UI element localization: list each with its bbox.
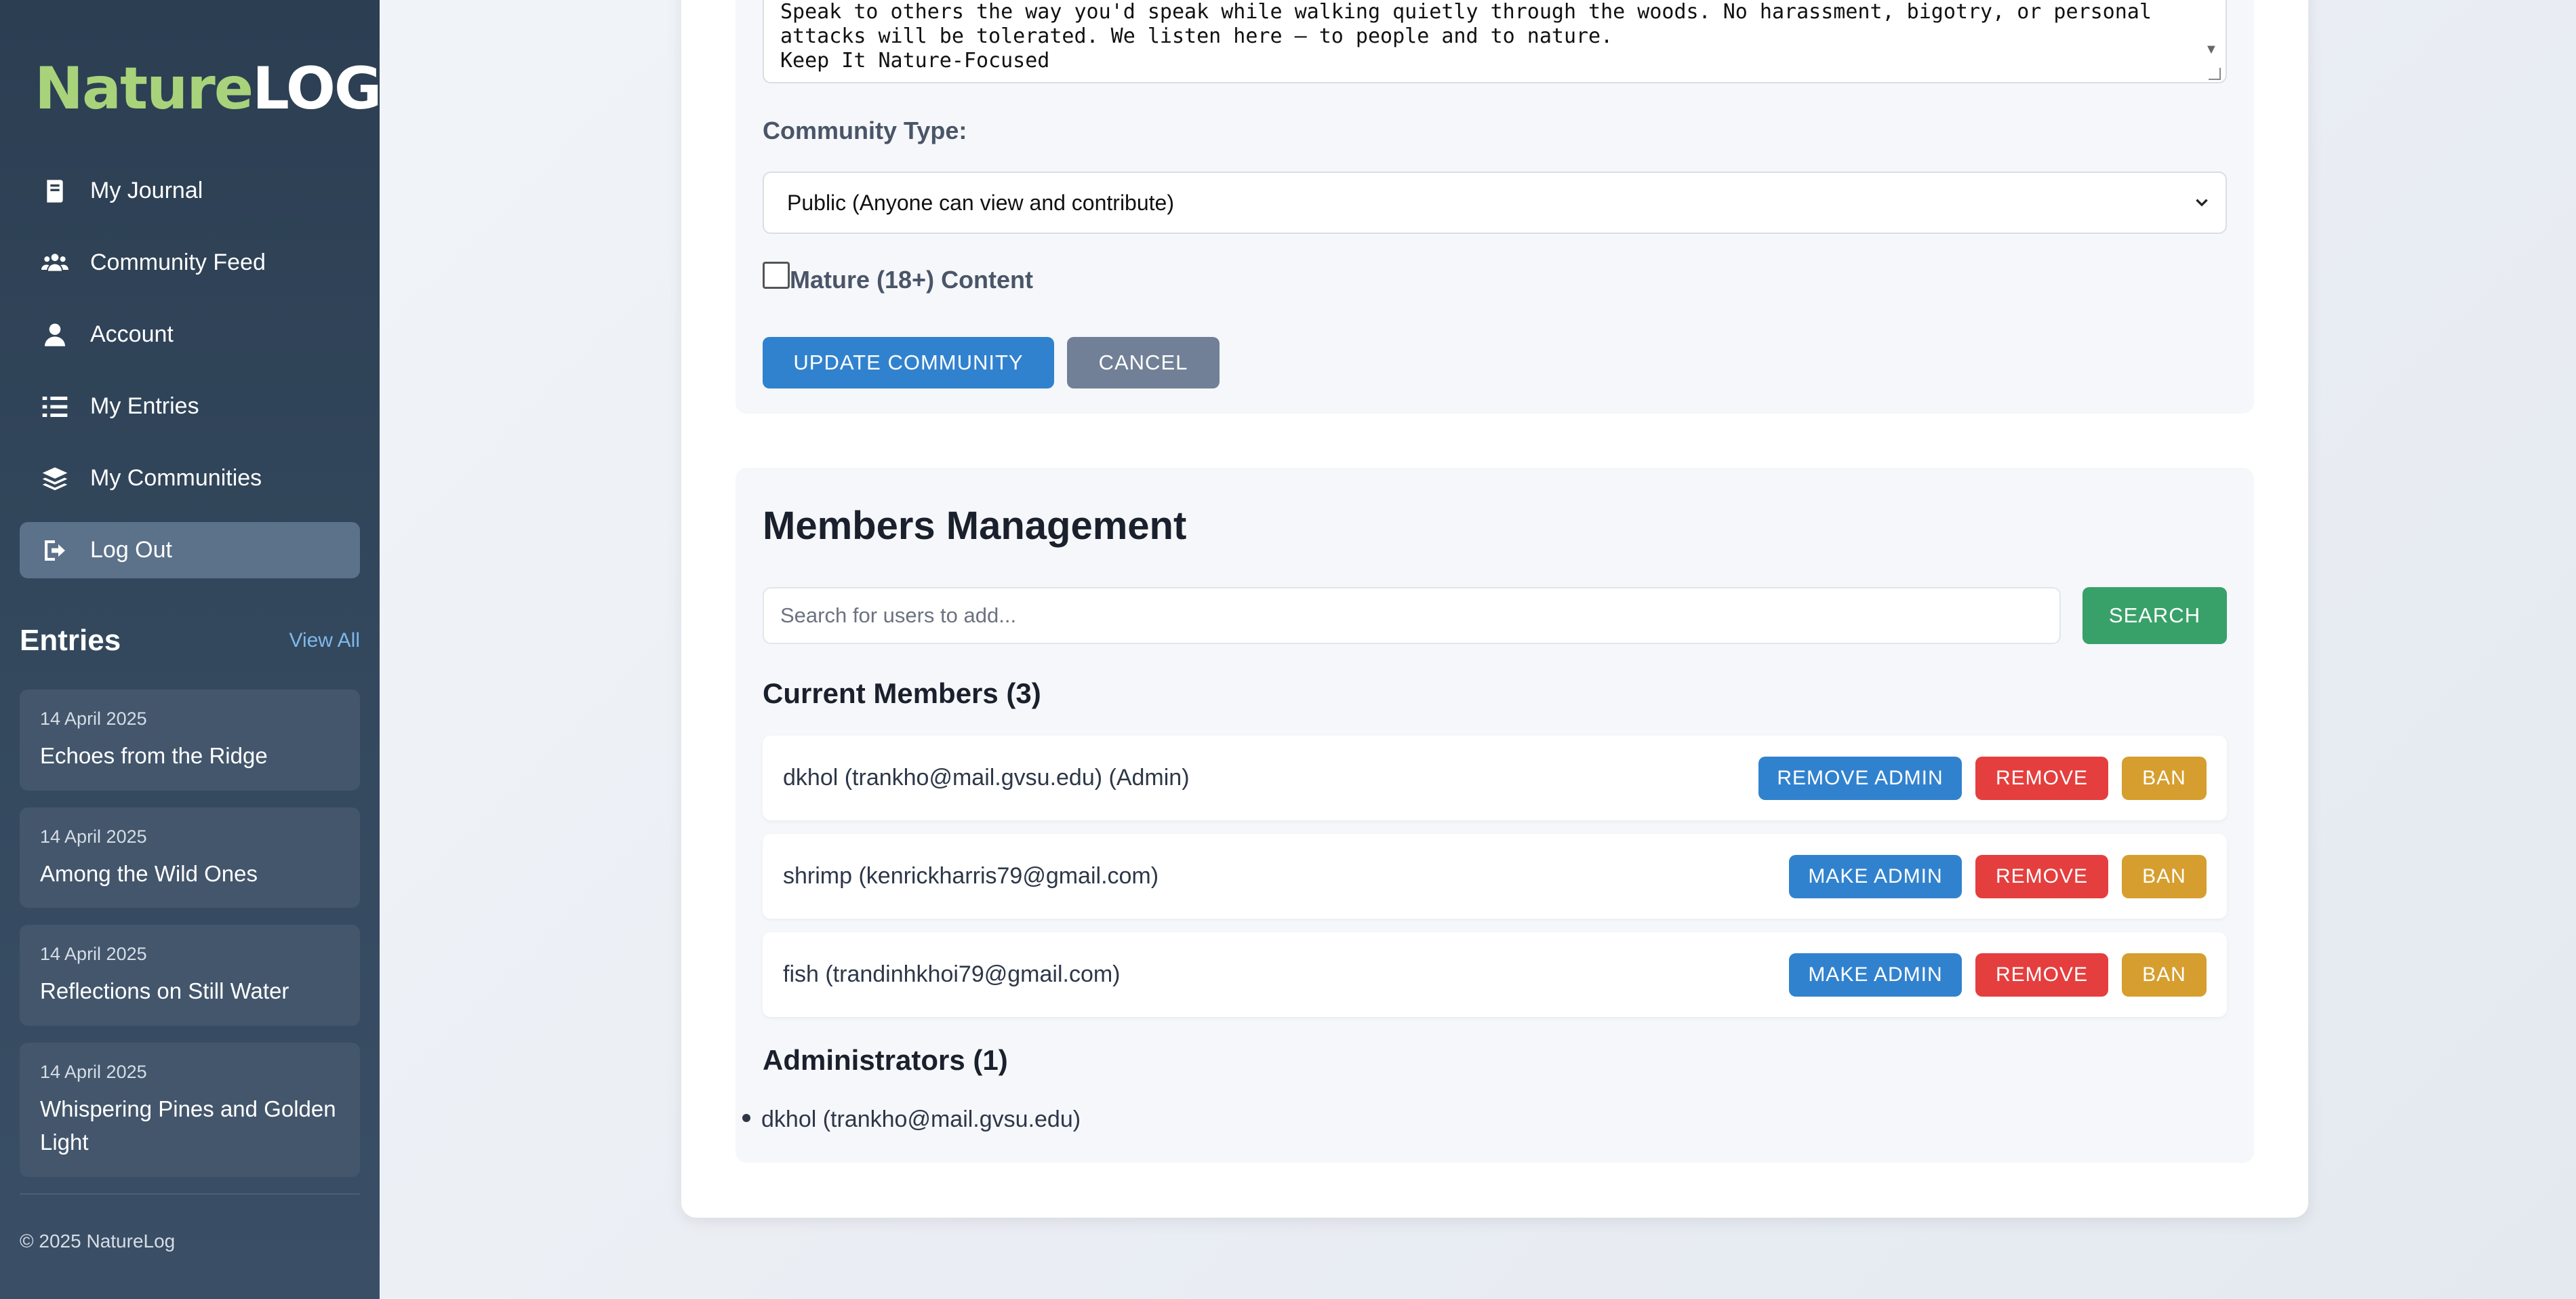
- member-row: fish (trandinhkhoi79@gmail.com) Make Adm…: [763, 932, 2227, 1017]
- sidebar-item-label: My Journal: [90, 178, 203, 203]
- list-icon: [40, 392, 70, 422]
- ban-member-button[interactable]: Ban: [2122, 953, 2207, 997]
- entry-card[interactable]: 14 April 2025 Echoes from the Ridge: [20, 690, 360, 791]
- journal-icon: [40, 176, 70, 206]
- entry-title: Whispering Pines and Golden Light: [40, 1096, 336, 1155]
- sidebar-item-my-entries[interactable]: My Entries: [20, 378, 360, 435]
- community-type-select[interactable]: Public (Anyone can view and contribute): [763, 172, 2227, 234]
- user-icon: [40, 320, 70, 350]
- make-admin-button[interactable]: Make Admin: [1789, 953, 1962, 997]
- description-line: attacks will be tolerated. We listen her…: [780, 24, 1613, 48]
- sidebar-item-label: My Communities: [90, 465, 262, 491]
- remove-member-button[interactable]: Remove: [1975, 855, 2108, 898]
- members-management-title: Members Management: [763, 504, 1187, 548]
- entry-card[interactable]: 14 April 2025 Whispering Pines and Golde…: [20, 1042, 360, 1177]
- users-icon: [40, 248, 70, 278]
- app-logo[interactable]: NatureLOG: [35, 60, 382, 118]
- scroll-down-arrow-icon[interactable]: ▼: [2205, 42, 2218, 58]
- logo-text-log: LOG: [252, 55, 382, 123]
- entry-date: 14 April 2025: [40, 708, 147, 729]
- logout-icon: [40, 536, 70, 565]
- layers-icon: [40, 464, 70, 494]
- sidebar-item-account[interactable]: Account: [20, 306, 360, 363]
- logo-text-nature: Nature: [35, 55, 254, 123]
- description-line: Speak to others the way you'd speak whil…: [780, 0, 2152, 24]
- sidebar-item-my-journal[interactable]: My Journal: [20, 163, 360, 219]
- entry-date: 14 April 2025: [40, 826, 147, 847]
- entries-title: Entries: [20, 624, 121, 657]
- entry-date: 14 April 2025: [40, 1061, 147, 1082]
- sidebar-nav: My Journal Community Feed Account My Ent…: [20, 163, 360, 594]
- user-search-input[interactable]: Search for users to add...: [763, 587, 2061, 644]
- cancel-button[interactable]: Cancel: [1067, 337, 1220, 388]
- member-row: shrimp (kenrickharris79@gmail.com) Make …: [763, 834, 2227, 919]
- chevron-down-icon: [2196, 199, 2208, 207]
- entry-title: Reflections on Still Water: [40, 978, 289, 1003]
- entry-card[interactable]: 14 April 2025 Reflections on Still Water: [20, 925, 360, 1026]
- entry-title: Echoes from the Ridge: [40, 743, 268, 768]
- mature-content-checkbox[interactable]: [763, 262, 790, 289]
- admin-list-item: dkhol (trankho@mail.gvsu.edu): [742, 1106, 1081, 1133]
- community-type-label: Community Type:: [763, 117, 967, 144]
- administrators-title: Administrators (1): [763, 1044, 1008, 1076]
- divider: [20, 1193, 360, 1195]
- make-admin-button[interactable]: Make Admin: [1789, 855, 1962, 898]
- sidebar-item-community-feed[interactable]: Community Feed: [20, 235, 360, 291]
- resize-handle-icon[interactable]: [2209, 68, 2221, 80]
- sidebar-item-label: Community Feed: [90, 249, 266, 275]
- remove-member-button[interactable]: Remove: [1975, 757, 2108, 800]
- footer-copyright: © 2025 NatureLog: [20, 1231, 176, 1252]
- bullet-icon: [742, 1114, 750, 1123]
- remove-admin-button[interactable]: Remove Admin: [1758, 757, 1962, 800]
- mature-content-label: Mature (18+) Content: [790, 266, 1034, 294]
- member-name: fish (trandinhkhoi79@gmail.com): [783, 961, 1121, 987]
- description-textarea[interactable]: Speak to others the way you'd speak whil…: [763, 0, 2227, 83]
- member-name: shrimp (kenrickharris79@gmail.com): [783, 863, 1159, 889]
- ban-member-button[interactable]: Ban: [2122, 855, 2207, 898]
- sidebar-item-log-out[interactable]: Log Out: [20, 522, 360, 578]
- entries-list: 14 April 2025 Echoes from the Ridge 14 A…: [20, 690, 360, 1194]
- description-line: Keep It Nature-Focused: [780, 49, 1050, 73]
- sidebar-item-label: Log Out: [90, 537, 172, 563]
- search-button[interactable]: Search: [2082, 587, 2227, 644]
- update-community-button[interactable]: Update Community: [763, 337, 1054, 388]
- current-members-title: Current Members (3): [763, 677, 1041, 709]
- community-type-value: Public (Anyone can view and contribute): [787, 190, 1174, 215]
- ban-member-button[interactable]: Ban: [2122, 757, 2207, 800]
- member-name: dkhol (trankho@mail.gvsu.edu) (Admin): [783, 765, 1190, 791]
- entry-card[interactable]: 14 April 2025 Among the Wild Ones: [20, 807, 360, 908]
- entry-title: Among the Wild Ones: [40, 860, 258, 886]
- remove-member-button[interactable]: Remove: [1975, 953, 2108, 997]
- view-all-link[interactable]: View All: [289, 629, 360, 652]
- sidebar-item-label: My Entries: [90, 393, 199, 419]
- sidebar-item-label: Account: [90, 321, 174, 347]
- entry-date: 14 April 2025: [40, 944, 147, 964]
- admin-name: dkhol (trankho@mail.gvsu.edu): [761, 1106, 1081, 1132]
- entries-header: Entries View All: [20, 624, 360, 658]
- sidebar-item-my-communities[interactable]: My Communities: [20, 450, 360, 506]
- member-row: dkhol (trankho@mail.gvsu.edu) (Admin) Re…: [763, 736, 2227, 820]
